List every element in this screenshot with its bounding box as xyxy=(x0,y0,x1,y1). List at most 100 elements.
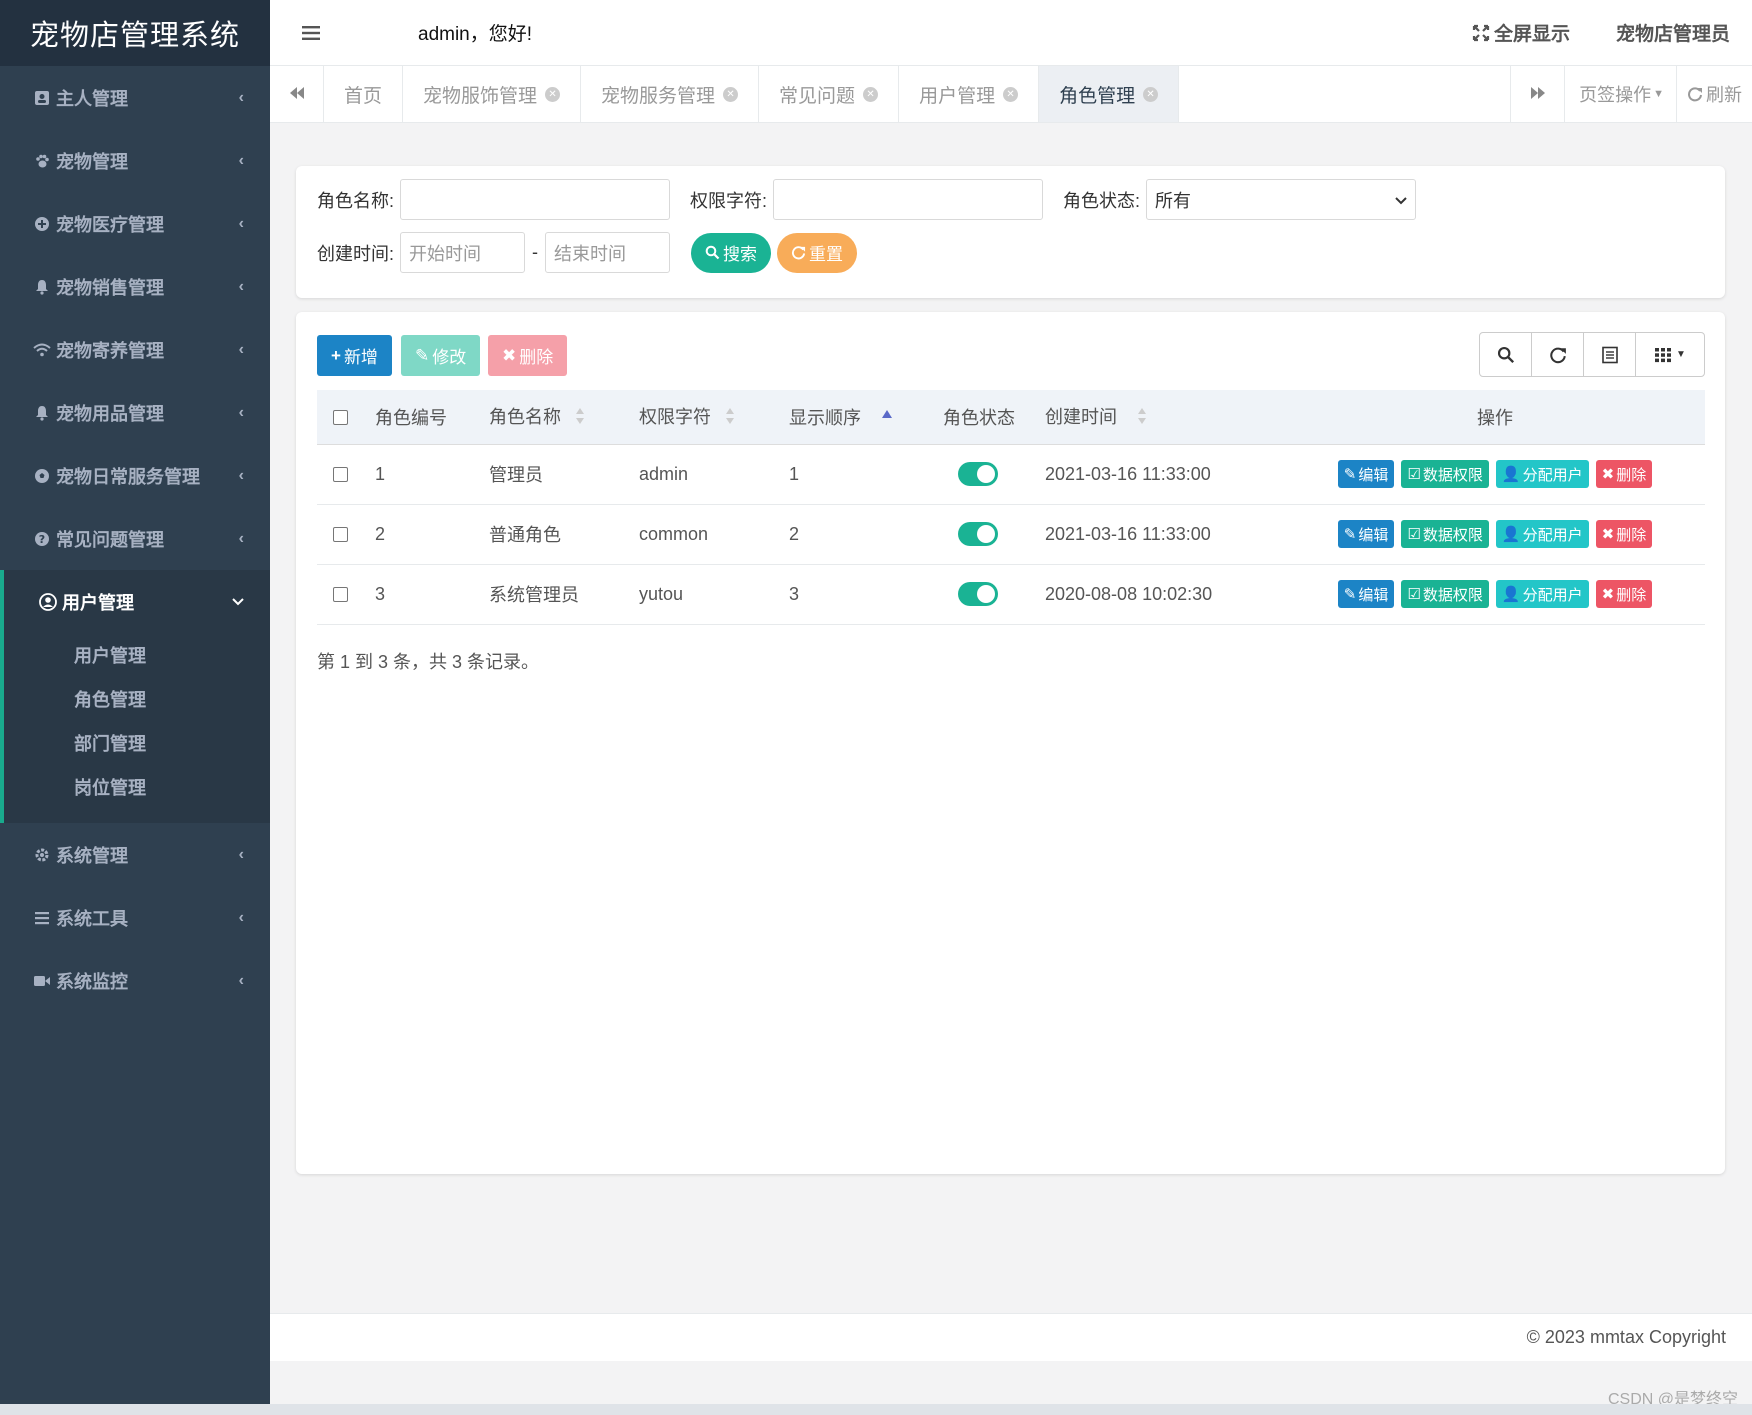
start-time-input[interactable]: 开始时间 xyxy=(400,232,526,273)
edit-row-button[interactable]: ✎ 编辑 xyxy=(1337,520,1395,548)
row-checkbox[interactable] xyxy=(333,527,348,543)
edit-row-button[interactable]: ✎ 编辑 xyxy=(1337,580,1395,608)
tab-user-management[interactable]: 用户管理 ✕ xyxy=(899,66,1040,122)
status-toggle-switch[interactable] xyxy=(958,522,998,546)
sidebar-item-pet-supplies[interactable]: 宠物用品管理 ‹ xyxy=(0,381,270,444)
row-checkbox[interactable] xyxy=(333,467,348,483)
sidebar-item-faq[interactable]: ? 常见问题管理 ‹ xyxy=(0,507,270,570)
sidebar-item-pet-sales[interactable]: 宠物销售管理 ‹ xyxy=(0,255,270,318)
chevron-left-icon: ‹ xyxy=(238,88,244,106)
sidebar-item-pet-boarding[interactable]: 宠物寄养管理 ‹ xyxy=(0,318,270,381)
sidebar-item-pet-medical[interactable]: 宠物医疗管理 ‹ xyxy=(0,192,270,255)
sidebar-subitem-departments[interactable]: 部门管理 xyxy=(4,721,270,765)
status-toggle-switch[interactable] xyxy=(958,582,998,606)
sidebar-item-system[interactable]: 系统管理 ‹ xyxy=(0,823,270,886)
tabs-bar: 首页 宠物服饰管理 ✕ 宠物服务管理 ✕ 常见问题 ✕ 用户管理 ✕ 角色管理 … xyxy=(270,66,1752,123)
col-display-order[interactable]: 显示顺序 xyxy=(789,390,943,445)
delete-row-button[interactable]: ✖ 删除 xyxy=(1595,460,1653,488)
assign-user-button[interactable]: 👤 分配用户 xyxy=(1495,580,1589,608)
refresh-tab-button[interactable]: 刷新 xyxy=(1677,66,1752,122)
add-role-button[interactable]: + 新增 xyxy=(317,335,392,376)
sidebar-subitem-roles[interactable]: 角色管理 xyxy=(4,677,270,721)
col-role-key[interactable]: 权限字符 xyxy=(639,390,789,445)
search-button[interactable]: 搜索 xyxy=(691,232,772,273)
caret-down-icon: ▼ xyxy=(1676,349,1686,360)
sidebar-item-pet-daily-service[interactable]: 宠物日常服务管理 ‹ xyxy=(0,444,270,507)
table-refresh-button[interactable] xyxy=(1532,333,1584,376)
sidebar-subitem-users[interactable]: 用户管理 xyxy=(4,633,270,677)
edit-icon: ✎ xyxy=(1343,586,1357,603)
data-scope-label: 数据权限 xyxy=(1422,466,1483,484)
status-toggle-switch[interactable] xyxy=(958,462,998,486)
tab-operations-dropdown[interactable]: 页签操作 ▼ xyxy=(1565,66,1677,122)
close-icon[interactable]: ✕ xyxy=(863,86,879,102)
delete-label: 删除 xyxy=(1616,466,1647,484)
sidebar-item-pet[interactable]: 宠物管理 ‹ xyxy=(0,129,270,192)
close-icon[interactable]: ✕ xyxy=(723,86,739,102)
close-icon[interactable]: ✕ xyxy=(1143,86,1159,102)
reset-button[interactable]: 重置 xyxy=(777,232,858,273)
delete-role-button[interactable]: ✖ 删除 xyxy=(488,335,568,376)
col-role-id[interactable]: 角色编号 xyxy=(375,390,489,445)
col-created-time[interactable]: 创建时间 xyxy=(1045,390,1285,445)
role-key-input[interactable] xyxy=(773,179,1044,220)
table-search-toggle[interactable] xyxy=(1480,333,1532,376)
cell-role-name: 普通角色 xyxy=(489,504,639,565)
app-logo-title[interactable]: 宠物店管理系统 xyxy=(0,0,270,66)
chevron-down-icon xyxy=(1395,189,1407,210)
sidebar-item-label: 宠物用品管理 xyxy=(56,403,164,424)
col-role-name[interactable]: 角色名称 xyxy=(489,390,639,445)
tab-role-management[interactable]: 角色管理 ✕ xyxy=(1039,66,1180,122)
cell-role-id: 2 xyxy=(375,504,489,565)
role-status-select[interactable]: 所有 xyxy=(1146,179,1417,220)
user-icon: 👤 xyxy=(1501,586,1521,603)
row-checkbox[interactable] xyxy=(333,587,348,603)
role-name-input[interactable] xyxy=(400,179,671,220)
chevron-left-icon: ‹ xyxy=(238,971,244,989)
sort-icon xyxy=(725,406,735,431)
edit-row-button[interactable]: ✎ 编辑 xyxy=(1337,460,1395,488)
tab-pet-apparel[interactable]: 宠物服饰管理 ✕ xyxy=(403,66,582,122)
data-scope-button[interactable]: ☑ 数据权限 xyxy=(1401,580,1489,608)
table-columns-dropdown[interactable]: ▼ xyxy=(1636,333,1704,376)
table-toggle-view-button[interactable] xyxy=(1584,333,1636,376)
wifi-icon xyxy=(32,343,52,357)
table-row: 3 系统管理员 yutou 3 2020-08-08 10:02:30 ✎ 编辑 … xyxy=(317,564,1705,625)
address-card-icon xyxy=(32,90,52,106)
tab-faq[interactable]: 常见问题 ✕ xyxy=(759,66,900,122)
user-circle-icon xyxy=(38,592,58,611)
sidebar-subitem-posts[interactable]: 岗位管理 xyxy=(4,765,270,809)
tab-pet-service[interactable]: 宠物服务管理 ✕ xyxy=(581,66,760,122)
tabs-list: 首页 宠物服饰管理 ✕ 宠物服务管理 ✕ 常见问题 ✕ 用户管理 ✕ 角色管理 … xyxy=(324,66,1510,122)
sidebar-item-user-management[interactable]: 用户管理 xyxy=(4,570,270,633)
delete-row-button[interactable]: ✖ 删除 xyxy=(1595,520,1653,548)
data-scope-button[interactable]: ☑ 数据权限 xyxy=(1401,460,1489,488)
close-icon[interactable]: ✕ xyxy=(1003,86,1019,102)
fullscreen-button[interactable]: 全屏显示 xyxy=(1472,19,1570,46)
created-time-label: 创建时间: xyxy=(317,243,395,264)
sidebar-item-owner[interactable]: 主人管理 ‹ xyxy=(0,66,270,129)
delete-row-button[interactable]: ✖ 删除 xyxy=(1595,580,1653,608)
assign-user-button[interactable]: 👤 分配用户 xyxy=(1495,460,1589,488)
tabs-scroll-right-button[interactable] xyxy=(1511,66,1566,122)
select-all-checkbox[interactable] xyxy=(333,410,348,425)
assign-user-label: 分配用户 xyxy=(1522,466,1583,484)
select-all-checkbox-cell xyxy=(317,390,375,445)
tab-home[interactable]: 首页 xyxy=(324,66,404,122)
close-icon[interactable]: ✕ xyxy=(545,86,561,102)
col-role-name-label: 角色名称 xyxy=(489,406,561,427)
search-icon xyxy=(1497,346,1515,364)
sidebar-item-monitor[interactable]: 系统监控 ‹ xyxy=(0,949,270,1012)
assign-user-button[interactable]: 👤 分配用户 xyxy=(1495,520,1589,548)
tabs-scroll-left-button[interactable] xyxy=(270,66,324,122)
end-time-input[interactable]: 结束时间 xyxy=(545,232,671,273)
cell-actions: ✎ 编辑 ☑ 数据权限 👤 分配用户 ✖ 删除 xyxy=(1285,444,1705,505)
user-menu[interactable]: 宠物店管理员 xyxy=(1616,19,1730,46)
cell-created-time: 2021-03-16 11:33:00 xyxy=(1045,504,1285,565)
edit-role-button[interactable]: ✎ 修改 xyxy=(401,335,481,376)
menu-toggle-icon[interactable] xyxy=(302,20,352,46)
data-scope-button[interactable]: ☑ 数据权限 xyxy=(1401,520,1489,548)
sort-icon xyxy=(1137,406,1147,431)
refresh-icon xyxy=(1687,86,1703,102)
sidebar-item-tools[interactable]: 系统工具 ‹ xyxy=(0,886,270,949)
